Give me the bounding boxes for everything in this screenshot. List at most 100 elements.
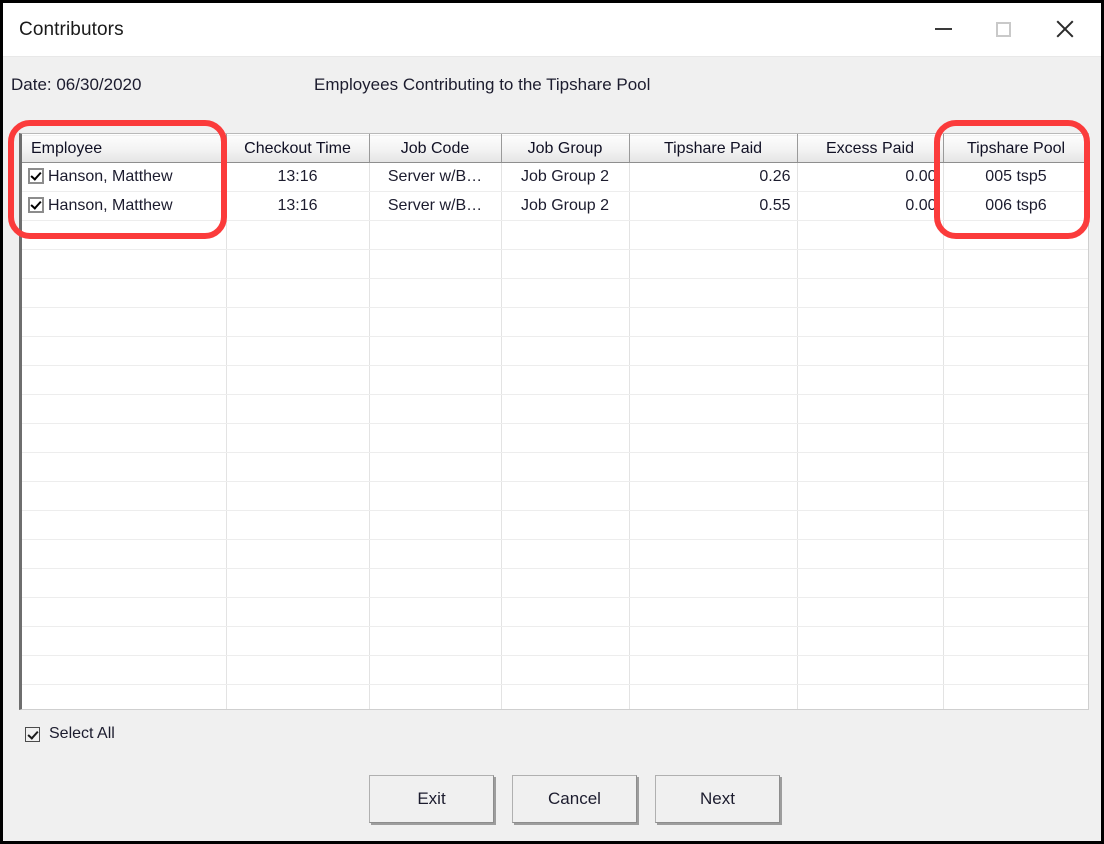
minimize-icon (934, 28, 952, 30)
table-row-empty[interactable] (22, 539, 1088, 569)
next-button[interactable]: Next (655, 775, 780, 823)
cell-empty (797, 684, 944, 709)
cell-empty (629, 452, 798, 482)
cell-empty (629, 626, 798, 656)
cell-empty (629, 655, 798, 685)
column-header-tipshare-paid[interactable]: Tipshare Paid (629, 134, 798, 163)
cell-empty (369, 307, 502, 337)
cell-empty (501, 626, 630, 656)
cell-empty (22, 278, 227, 308)
cell-empty (501, 336, 630, 366)
cell-tipshare-pool: 005 tsp5 (943, 162, 1088, 192)
cell-empty (797, 394, 944, 424)
table-row-empty[interactable] (22, 481, 1088, 511)
cell-empty (369, 249, 502, 279)
cell-employee[interactable]: Hanson, Matthew (22, 162, 227, 192)
cell-empty (629, 220, 798, 250)
cell-empty (22, 220, 227, 250)
table-row-empty[interactable] (22, 452, 1088, 482)
row-checkbox[interactable] (28, 197, 44, 214)
cell-empty (369, 597, 502, 627)
column-header-tipshare-pool[interactable]: Tipshare Pool (943, 134, 1088, 163)
cell-empty (22, 510, 227, 540)
table-row-empty[interactable] (22, 307, 1088, 337)
table-row-empty[interactable] (22, 626, 1088, 656)
cell-empty (226, 539, 370, 569)
cell-empty (501, 365, 630, 395)
cell-empty (226, 452, 370, 482)
cell-empty (629, 394, 798, 424)
cell-empty (501, 220, 630, 250)
close-icon (1054, 18, 1076, 40)
cell-empty (943, 307, 1088, 337)
cell-empty (226, 597, 370, 627)
cell-empty (22, 539, 227, 569)
cell-empty (943, 539, 1088, 569)
cell-empty (226, 278, 370, 308)
table-row-empty[interactable] (22, 278, 1088, 308)
cell-empty (797, 278, 944, 308)
cell-empty (369, 510, 502, 540)
cell-employee[interactable]: Hanson, Matthew (22, 191, 227, 221)
column-header-excess-paid[interactable]: Excess Paid (797, 134, 944, 163)
column-header-job-group[interactable]: Job Group (501, 134, 630, 163)
cell-empty (943, 452, 1088, 482)
cell-empty (369, 626, 502, 656)
table-row-empty[interactable] (22, 568, 1088, 598)
table-row-empty[interactable] (22, 394, 1088, 424)
cell-empty (369, 655, 502, 685)
table-row-empty[interactable] (22, 684, 1088, 709)
table-row-empty[interactable] (22, 655, 1088, 685)
cell-empty (226, 684, 370, 709)
select-all-checkbox[interactable] (25, 726, 40, 742)
row-checkbox[interactable] (28, 168, 44, 185)
cell-empty (943, 336, 1088, 366)
cell-empty (22, 626, 227, 656)
page-title: Employees Contributing to the Tipshare P… (314, 75, 651, 94)
cell-tipshare-pool: 006 tsp6 (943, 191, 1088, 221)
table-row-empty[interactable] (22, 365, 1088, 395)
select-all-control[interactable]: Select All (25, 725, 115, 743)
cell-empty (629, 249, 798, 279)
table-row-empty[interactable] (22, 249, 1088, 279)
column-header-job-code[interactable]: Job Code (369, 134, 502, 163)
cell-empty (797, 626, 944, 656)
cell-empty (943, 684, 1088, 709)
contributors-grid[interactable]: Employee Checkout Time Job Code Job Grou… (19, 133, 1089, 710)
employee-name: Hanson, Matthew (48, 167, 173, 185)
cell-empty (22, 394, 227, 424)
cell-empty (629, 307, 798, 337)
cell-job-group: Job Group 2 (501, 191, 630, 221)
table-row-empty[interactable] (22, 423, 1088, 453)
cell-job-code: Server w/B… (369, 162, 502, 192)
cell-empty (369, 539, 502, 569)
cell-empty (226, 336, 370, 366)
cell-tipshare-paid: 0.26 (629, 162, 798, 192)
table-row[interactable]: Hanson, Matthew 13:16 Server w/B… Job Group… (22, 191, 1088, 221)
cell-empty (629, 539, 798, 569)
maximize-button[interactable] (973, 3, 1033, 55)
cell-empty (369, 568, 502, 598)
cell-empty (629, 423, 798, 453)
cell-empty (797, 307, 944, 337)
column-header-checkout-time[interactable]: Checkout Time (226, 134, 370, 163)
employee-name: Hanson, Matthew (48, 196, 173, 214)
close-button[interactable] (1035, 3, 1095, 55)
table-row-empty[interactable] (22, 510, 1088, 540)
table-row-empty[interactable] (22, 220, 1088, 250)
cell-empty (226, 365, 370, 395)
table-row[interactable]: Hanson, Matthew 13:16 Server w/B… Job Group… (22, 162, 1088, 192)
minimize-button[interactable] (913, 3, 973, 55)
cell-empty (22, 365, 227, 395)
exit-button[interactable]: Exit (369, 775, 494, 823)
cell-empty (501, 510, 630, 540)
cell-empty (629, 481, 798, 511)
cancel-button[interactable]: Cancel (512, 775, 637, 823)
grid-inner: Employee Checkout Time Job Code Job Grou… (22, 134, 1088, 709)
cell-empty (943, 481, 1088, 511)
table-row-empty[interactable] (22, 336, 1088, 366)
cell-empty (369, 481, 502, 511)
cell-empty (226, 568, 370, 598)
table-row-empty[interactable] (22, 597, 1088, 627)
column-header-employee[interactable]: Employee (22, 134, 227, 163)
